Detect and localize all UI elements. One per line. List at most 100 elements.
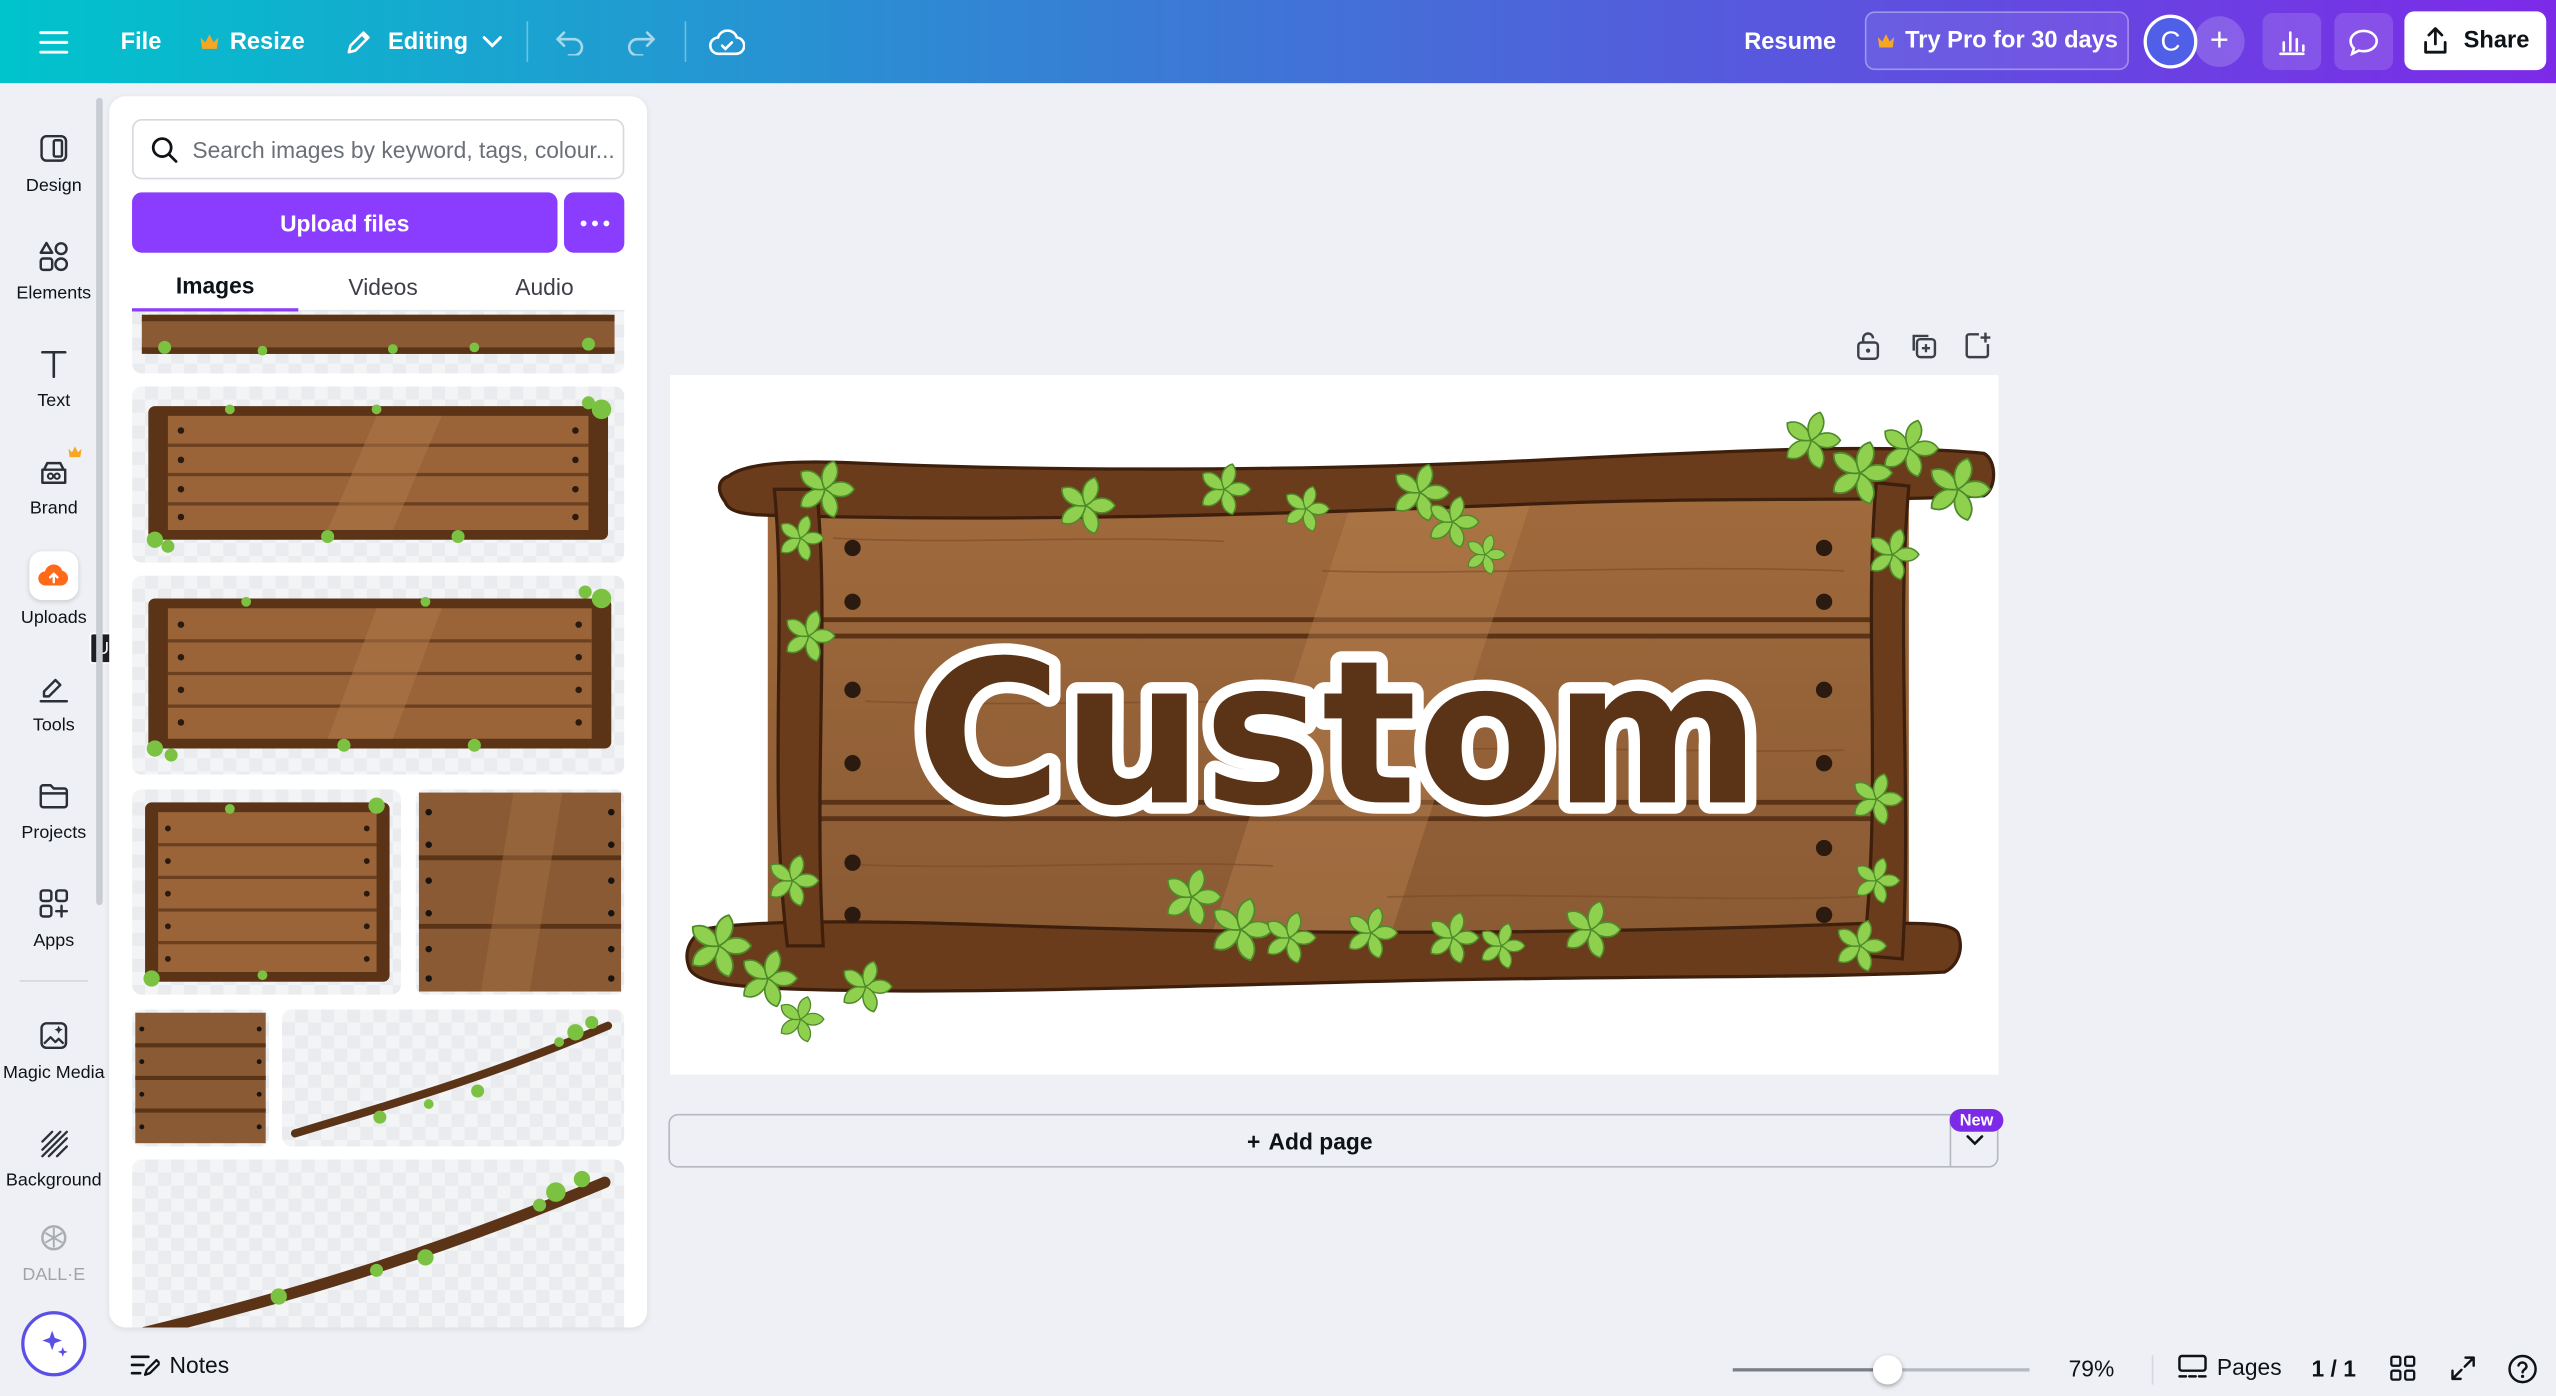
page-counter: 1 / 1 (2311, 1355, 2355, 1381)
avatar[interactable]: C (2143, 14, 2198, 69)
more-options-button[interactable] (564, 192, 625, 253)
uploaded-image-thumbnail[interactable] (132, 789, 402, 995)
tab-images[interactable]: Images (132, 261, 299, 312)
design-icon (34, 128, 73, 167)
tab-audio[interactable]: Audio (461, 261, 627, 312)
crown-icon (68, 445, 82, 457)
zoom-slider-fill (1732, 1368, 1888, 1372)
nav-scrollbar[interactable] (96, 97, 103, 906)
fullscreen-icon[interactable] (2450, 1355, 2476, 1381)
uploaded-image-thumbnail[interactable] (415, 789, 625, 995)
share-upload-icon (2424, 27, 2448, 54)
redo-icon[interactable] (613, 15, 668, 70)
share-label: Share (2463, 27, 2530, 54)
pages-button[interactable]: Pages (2178, 1354, 2282, 1380)
nav-text[interactable]: Text (0, 328, 108, 426)
nav-divider (19, 980, 89, 982)
nav-label: Uploads (20, 607, 87, 628)
undo-icon[interactable] (543, 15, 598, 70)
insights-chart-icon[interactable] (2262, 13, 2322, 71)
dalle-icon (34, 1218, 73, 1257)
uploaded-image-thumbnail[interactable] (132, 311, 625, 374)
search-box[interactable] (132, 119, 625, 180)
upload-files-button[interactable]: Upload files (132, 192, 558, 253)
lock-page-icon[interactable] (1853, 329, 1882, 370)
avatar-initial: C (2160, 25, 2181, 57)
magic-media-icon (34, 1015, 73, 1054)
uploaded-image-thumbnail[interactable] (132, 1159, 625, 1328)
tab-label: Images (175, 271, 255, 298)
nav-label: Text (37, 390, 71, 411)
nav-label: Brand (29, 498, 78, 518)
uploaded-images-grid (132, 311, 625, 1328)
nav-label: Projects (21, 822, 87, 843)
nav-uploads[interactable]: Uploads (0, 540, 108, 638)
nav-design[interactable]: Design (0, 113, 108, 211)
pages-icon (2178, 1354, 2207, 1378)
nav-label: Design (25, 175, 82, 195)
share-button[interactable]: Share (2404, 11, 2547, 71)
resize-label: Resize (229, 28, 305, 55)
nav-label: Background (5, 1170, 102, 1190)
tab-label: Videos (348, 273, 418, 300)
nav-background[interactable]: Background (0, 1107, 108, 1205)
resume-label: Resume (1744, 28, 1837, 55)
zoom-level: 79% (2068, 1355, 2115, 1382)
uploaded-image-thumbnail[interactable] (132, 386, 625, 563)
help-icon[interactable] (2507, 1354, 2538, 1385)
design-page[interactable]: Custom (669, 375, 1999, 1075)
comment-icon[interactable] (2334, 13, 2393, 71)
uploads-panel: Upload files Images Videos Audio (109, 96, 648, 1328)
resume-button[interactable]: Resume (1744, 0, 1836, 83)
wooden-sign-graphic[interactable]: Custom (670, 375, 1999, 1075)
uploaded-image-thumbnail[interactable] (132, 575, 625, 775)
add-page-icon[interactable] (1963, 329, 1992, 370)
nav-brand[interactable]: Brand (0, 435, 108, 533)
ellipsis-icon (579, 219, 609, 226)
grid-view-icon[interactable] (2390, 1355, 2416, 1381)
apps-icon (34, 883, 73, 922)
chevron-down-icon (1966, 1135, 1984, 1146)
background-icon (34, 1123, 73, 1162)
nav-magic-media[interactable]: Magic Media (0, 1000, 108, 1098)
sign-title-text[interactable]: Custom (905, 606, 1773, 861)
zoom-slider-handle[interactable] (1872, 1355, 1902, 1385)
divider (526, 21, 529, 62)
resize-button[interactable]: Resize (199, 0, 305, 83)
uploaded-image-thumbnail[interactable] (282, 1009, 625, 1147)
nav-elements[interactable]: Elements (0, 220, 108, 318)
invite-plus-icon[interactable]: + (2194, 16, 2245, 67)
text-icon (34, 343, 73, 382)
menu-icon[interactable] (26, 15, 81, 70)
nav-tools[interactable]: Tools (0, 652, 108, 750)
notes-label: Notes (169, 1351, 230, 1379)
nav-label: Apps (33, 930, 75, 950)
zoom-level-button[interactable]: 79% (2069, 1355, 2115, 1381)
uploaded-image-thumbnail[interactable] (132, 1009, 269, 1147)
notes-icon (130, 1355, 160, 1376)
editing-mode-button[interactable]: Editing (344, 0, 503, 83)
add-page-bar: + Add page (668, 1113, 1999, 1168)
cloud-save-icon[interactable] (699, 15, 754, 70)
add-page-button[interactable]: + Add page (670, 1115, 1950, 1166)
try-pro-button[interactable]: Try Pro for 30 days (1864, 11, 2129, 71)
file-menu[interactable]: File (121, 0, 162, 83)
nav-dalle[interactable]: DALL·E (0, 1215, 108, 1288)
add-page-label: Add page (1268, 1127, 1373, 1154)
tab-videos[interactable]: Videos (300, 261, 466, 312)
upload-files-label: Upload files (280, 209, 410, 236)
nav-label: Magic Media (2, 1062, 105, 1083)
notes-button[interactable]: Notes (130, 1352, 229, 1378)
chevron-down-icon (482, 35, 503, 47)
top-bar: File Resize Editing Resume Try Pro for 3… (0, 0, 2556, 84)
magic-assistant-button[interactable] (21, 1311, 87, 1377)
pencil-icon (347, 30, 370, 53)
nav-label: DALL·E (22, 1265, 86, 1286)
new-badge-label: New (1959, 1111, 1994, 1130)
nav-projects[interactable]: Projects (0, 760, 108, 858)
tab-label: Audio (515, 273, 574, 300)
duplicate-page-icon[interactable] (1909, 329, 1938, 370)
nav-apps[interactable]: Apps (0, 868, 108, 966)
search-input[interactable] (192, 136, 617, 163)
file-label: File (120, 28, 162, 55)
